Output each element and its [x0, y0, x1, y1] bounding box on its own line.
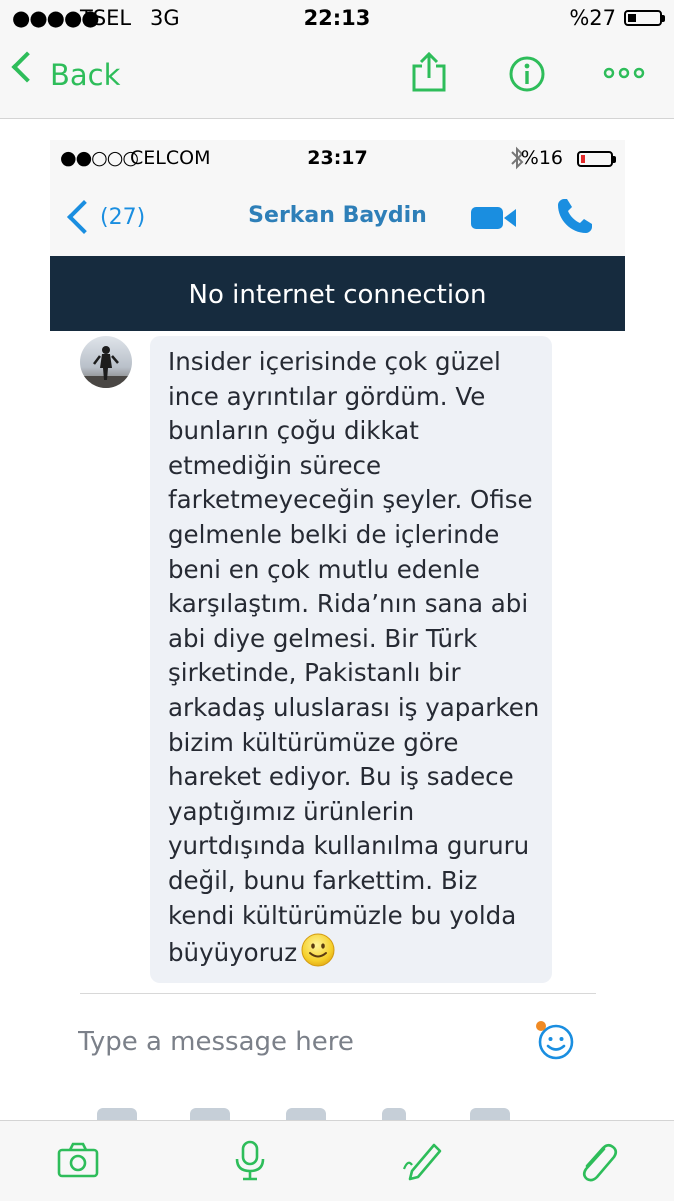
- camera-icon[interactable]: [56, 1139, 100, 1183]
- back-button[interactable]: Back: [0, 38, 140, 118]
- message-input[interactable]: [78, 1020, 518, 1064]
- strip-icon: [190, 1108, 230, 1120]
- inner-battery-icon: [577, 151, 616, 167]
- paperclip-icon[interactable]: [574, 1139, 618, 1183]
- emoji-picker-icon[interactable]: [534, 1020, 576, 1062]
- chevron-left-icon: [11, 51, 43, 83]
- inner-nav-bar: (27) Serkan Baydin: [50, 180, 625, 256]
- message-body: Insider içerisinde çok güzel ince ayrınt…: [168, 345, 544, 971]
- smiley-emoji-icon: [301, 933, 335, 967]
- avatar: [80, 336, 132, 388]
- strip-icon: [382, 1108, 406, 1120]
- more-icon[interactable]: [603, 66, 645, 80]
- outer-nav-bar: Back: [0, 38, 674, 119]
- message-text: Insider içerisinde çok güzel ince ayrınt…: [168, 347, 540, 968]
- pen-icon[interactable]: [400, 1139, 444, 1183]
- inner-status-bar: ●●○○○ CELCOM 23:17 %16: [50, 145, 625, 175]
- composer-divider: [80, 993, 596, 994]
- bottom-toolbar: [0, 1120, 674, 1201]
- inner-battery-percent: %16: [520, 147, 563, 169]
- info-icon[interactable]: [508, 55, 546, 93]
- banner-text: No internet connection: [188, 280, 487, 310]
- back-label: Back: [50, 58, 121, 92]
- no-internet-banner: No internet connection: [50, 256, 625, 331]
- battery-percent: %27: [569, 6, 616, 30]
- strip-icon: [97, 1108, 137, 1120]
- microphone-icon[interactable]: [228, 1139, 272, 1183]
- strip-icon: [470, 1108, 510, 1120]
- message-bubble: Insider içerisinde çok güzel ince ayrınt…: [150, 336, 552, 983]
- contact-name: Serkan Baydin: [248, 203, 427, 228]
- strip-icon: [286, 1108, 326, 1120]
- outer-status-bar: ●●●●● TSEL 3G 22:13 %27: [0, 0, 674, 38]
- video-call-icon: [471, 207, 516, 229]
- share-icon[interactable]: [410, 52, 448, 92]
- battery-icon: [624, 10, 665, 26]
- attachment-icon-strip: [50, 1100, 625, 1120]
- phone-call-icon: [558, 199, 592, 233]
